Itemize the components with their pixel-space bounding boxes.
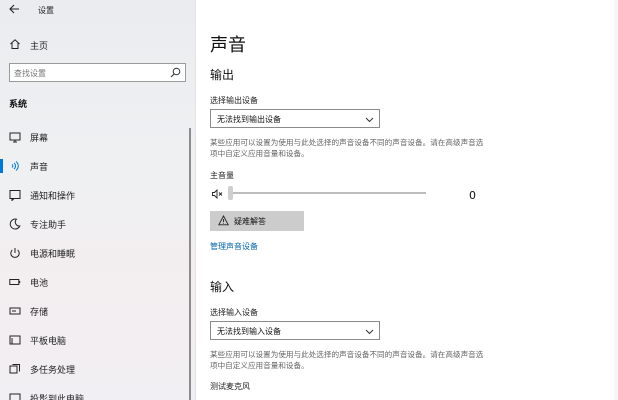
master-volume-slider[interactable]: [230, 192, 426, 194]
output-description: 某些应用可以设置为使用与此处选择的声音设备不同的声音设备。请在高级声音选项中自定…: [210, 138, 484, 158]
sidebar: 设置 主页 系统 屏幕 声音 通: [0, 0, 196, 400]
sidebar-item-notifications[interactable]: 通知和操作: [0, 185, 190, 205]
power-icon: [10, 248, 20, 258]
tablet-icon: [9, 335, 21, 345]
troubleshoot-label: 疑难解答: [234, 217, 266, 226]
back-arrow-icon: [9, 4, 19, 14]
input-device-value: 无法找到输入设备: [217, 327, 281, 336]
sidebar-item-label: 声音: [30, 163, 49, 173]
sidebar-item-multitasking[interactable]: 多任务处理: [0, 359, 190, 379]
moon-icon: [9, 218, 21, 230]
sidebar-item-label: 投影到此电脑: [30, 395, 85, 400]
sidebar-item-label: 通知和操作: [30, 192, 76, 202]
multitask-icon: [9, 364, 20, 374]
sidebar-item-label: 电源和睡眠: [30, 250, 76, 260]
sidebar-item-battery[interactable]: 电池: [0, 272, 190, 292]
sidebar-item-tablet[interactable]: 平板电脑: [0, 330, 190, 350]
troubleshoot-button[interactable]: 疑难解答: [210, 211, 304, 231]
back-button[interactable]: [8, 3, 22, 17]
sidebar-item-focus-assist[interactable]: 专注助手: [0, 214, 190, 234]
sidebar-item-label: 存储: [30, 308, 49, 318]
home-icon: [10, 39, 20, 49]
input-device-label: 选择输入设备: [210, 308, 258, 317]
section-label-system: 系统: [9, 100, 28, 110]
home-label: 主页: [30, 42, 49, 52]
sidebar-item-sound[interactable]: 声音: [0, 156, 190, 176]
sidebar-item-label: 平板电脑: [30, 337, 67, 347]
sidebar-item-projection[interactable]: 投影到此电脑: [0, 388, 190, 400]
main-scrollbar[interactable]: [614, 0, 618, 400]
sidebar-item-label: 多任务处理: [30, 366, 76, 376]
storage-icon: [9, 307, 21, 315]
output-device-dropdown[interactable]: 无法找到输出设备: [210, 109, 380, 128]
master-volume-label: 主音量: [210, 171, 234, 180]
search-icon[interactable]: [170, 67, 181, 78]
sidebar-item-label: 专注助手: [30, 221, 67, 231]
output-device-value: 无法找到输出设备: [217, 115, 281, 124]
monitor-icon: [9, 132, 21, 143]
app-title: 设置: [38, 6, 54, 15]
active-indicator: [0, 159, 3, 173]
output-device-label: 选择输出设备: [210, 96, 258, 105]
master-volume-thumb[interactable]: [228, 186, 233, 200]
home-nav-item[interactable]: 主页: [0, 36, 196, 54]
search-box[interactable]: [9, 63, 186, 82]
titlebar: 设置: [0, 0, 196, 20]
speaker-icon: [11, 161, 19, 171]
input-device-dropdown[interactable]: 无法找到输入设备: [210, 321, 380, 340]
chevron-down-icon: [365, 329, 374, 335]
page-title: 声音: [210, 35, 246, 56]
chevron-down-icon: [365, 117, 374, 123]
test-microphone-label: 测试麦克风: [210, 382, 250, 391]
battery-icon: [9, 279, 21, 285]
master-volume-value: 0: [469, 189, 476, 202]
sidebar-item-label: 电池: [30, 279, 49, 289]
input-description: 某些应用可以设置为使用与此处选择的声音设备不同的声音设备。请在高级声音选项中自定…: [210, 350, 484, 370]
sidebar-item-power-sleep[interactable]: 电源和睡眠: [0, 243, 190, 263]
sidebar-item-display[interactable]: 屏幕: [0, 127, 190, 147]
main-content: 声音 输出 选择输出设备 无法找到输出设备 某些应用可以设置为使用与此处选择的声…: [196, 0, 618, 400]
output-heading: 输出: [210, 68, 235, 82]
notification-icon: [9, 190, 21, 201]
sidebar-item-label: 屏幕: [30, 134, 49, 144]
warning-icon: [218, 215, 229, 226]
search-input[interactable]: [14, 67, 164, 79]
sidebar-item-storage[interactable]: 存储: [0, 301, 190, 321]
input-heading: 输入: [210, 280, 235, 294]
sidebar-scrollbar[interactable]: [189, 128, 191, 400]
manage-sound-devices-link[interactable]: 管理声音设备: [210, 241, 258, 252]
projection-icon: [9, 393, 21, 400]
mute-icon[interactable]: [212, 189, 223, 199]
